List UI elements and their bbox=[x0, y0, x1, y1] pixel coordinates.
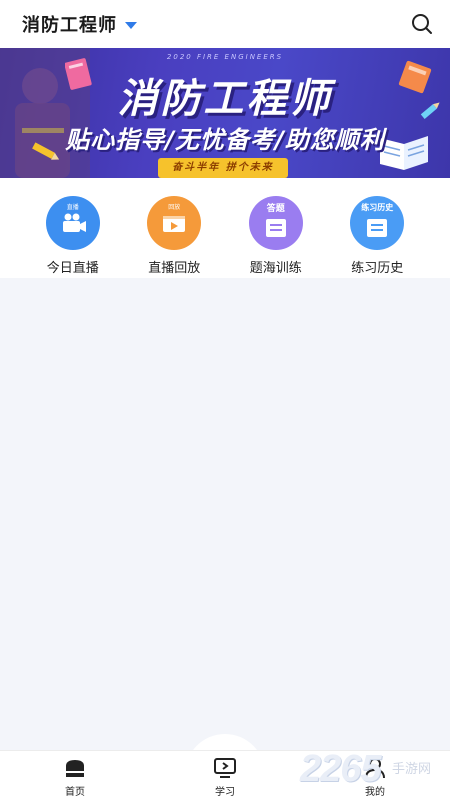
menu-label: 直播回放 bbox=[148, 261, 201, 276]
menu-icon-tag: 答题 bbox=[266, 204, 285, 214]
banner-en-subtitle: 2020 FIRE ENGINEERS bbox=[166, 53, 284, 61]
tab-home[interactable]: 首页 bbox=[0, 751, 150, 800]
site-watermark: 2265 手游网 bbox=[300, 748, 450, 796]
history-doc-icon: 练习历史 bbox=[350, 196, 405, 250]
menu-label: 练习历史 bbox=[351, 261, 404, 276]
monitor-play-icon bbox=[214, 758, 236, 778]
live-camera-icon: 直播 bbox=[45, 196, 100, 250]
menu-icon-tag: 练习历史 bbox=[361, 203, 394, 212]
banner-title: 消防工程师 bbox=[117, 76, 333, 122]
menu-item-quiz-training[interactable]: 答题 题海训练 bbox=[231, 196, 321, 278]
app-title-selector[interactable]: 消防工程师 bbox=[22, 11, 137, 37]
top-header: 消防工程师 bbox=[0, 0, 450, 48]
home-icon bbox=[66, 760, 84, 777]
menu-item-practice-history[interactable]: 练习历史 练习历史 bbox=[332, 196, 422, 278]
tab-label: 学习 bbox=[215, 787, 235, 798]
caret-down-icon bbox=[125, 21, 137, 29]
banner-pill: 奋斗半年 拼个未来 bbox=[158, 158, 288, 178]
quiz-paper-icon: 答题 bbox=[248, 196, 303, 250]
banner-slogan: 贴心指导/无忧备考/助您顺利 bbox=[65, 126, 385, 154]
tab-label: 首页 bbox=[65, 787, 85, 798]
menu-item-live-replay[interactable]: 回放 直播回放 bbox=[129, 196, 219, 278]
playback-icon: 回放 bbox=[147, 196, 202, 250]
menu-item-live-today[interactable]: 直播 今日直播 bbox=[28, 196, 118, 278]
menu-label: 今日直播 bbox=[46, 261, 99, 276]
watermark-text: 手游网 bbox=[392, 762, 432, 777]
tab-study[interactable]: 学习 bbox=[150, 751, 300, 800]
search-icon[interactable] bbox=[410, 12, 434, 36]
menu-label: 题海训练 bbox=[249, 261, 302, 276]
menu-icon-tag: 直播 bbox=[66, 204, 79, 211]
menu-icon-tag: 回放 bbox=[168, 204, 181, 211]
quick-menu: 直播 今日直播 回放 直播回放 答题 题海训练 练习历史 练习历史 bbox=[0, 178, 450, 278]
promo-banner[interactable]: 2020 FIRE ENGINEERS 消防工程师 贴心指导/无忧备考/助您顺利… bbox=[0, 48, 450, 178]
app-title: 消防工程师 bbox=[22, 15, 117, 36]
watermark-number: 2265 bbox=[300, 748, 382, 790]
